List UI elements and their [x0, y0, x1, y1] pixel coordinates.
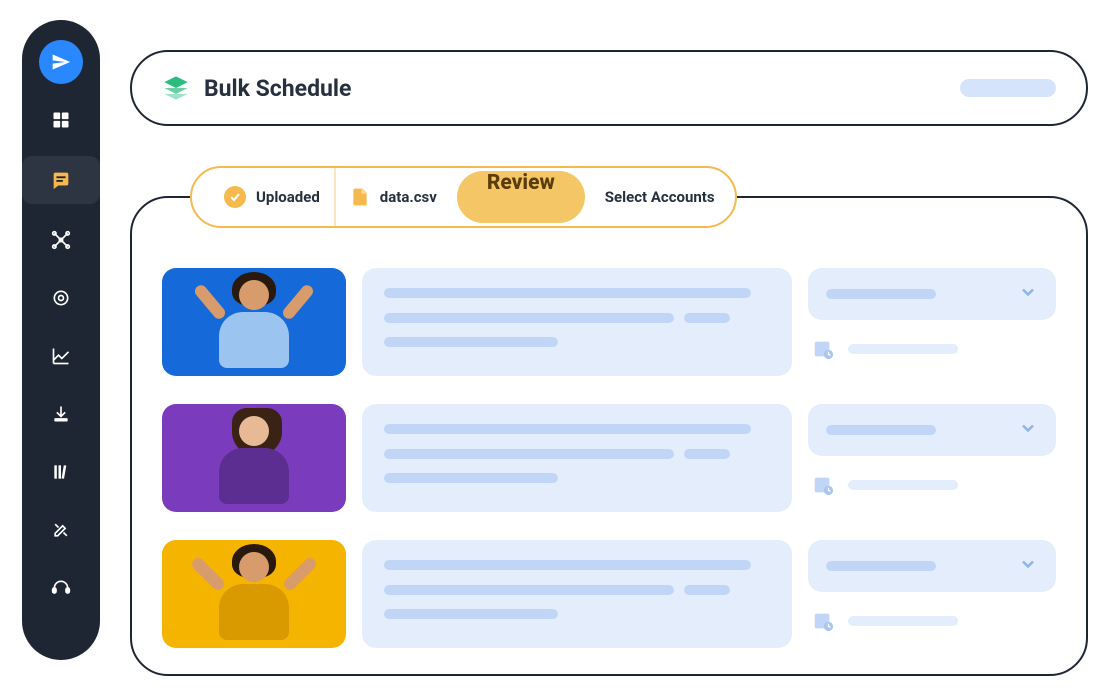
post-caption-placeholder[interactable]	[362, 268, 792, 376]
step-file-label: data.csv	[380, 188, 437, 206]
text-line	[384, 313, 674, 323]
chevron-down-icon	[1018, 418, 1038, 442]
post-thumbnail[interactable]	[162, 268, 346, 376]
dropdown-value-placeholder	[826, 425, 936, 435]
post-caption-placeholder[interactable]	[362, 404, 792, 512]
page-header: Bulk Schedule	[130, 50, 1088, 126]
account-dropdown[interactable]	[808, 268, 1056, 320]
schedule-indicator[interactable]	[808, 610, 1056, 632]
sidebar-item-tools[interactable]	[39, 508, 83, 552]
sidebar-item-download[interactable]	[39, 392, 83, 436]
post-row	[162, 540, 1056, 648]
text-line	[384, 337, 558, 347]
sidebar-item-analytics[interactable]	[39, 334, 83, 378]
text-line	[684, 585, 730, 595]
schedule-indicator[interactable]	[808, 474, 1056, 496]
text-line	[384, 424, 751, 434]
sidebar-item-network[interactable]	[39, 218, 83, 262]
text-line	[384, 473, 558, 483]
step-select-accounts-label: Select Accounts	[605, 188, 715, 206]
chevron-down-icon	[1018, 282, 1038, 306]
steps-bar: Uploaded data.csv Review Select Accounts	[190, 166, 737, 228]
schedule-value-placeholder	[848, 344, 958, 354]
schedule-indicator[interactable]	[808, 338, 1056, 360]
post-thumbnail[interactable]	[162, 404, 346, 512]
posts-icon	[50, 169, 72, 191]
sidebar-item-target[interactable]	[39, 276, 83, 320]
post-rows	[162, 268, 1056, 648]
grid-icon	[51, 110, 71, 130]
review-panel	[130, 196, 1088, 676]
sidebar-item-support[interactable]	[39, 566, 83, 610]
sidebar-item-grid[interactable]	[39, 98, 83, 142]
stack-icon	[162, 74, 190, 102]
step-uploaded[interactable]: Uploaded	[210, 168, 336, 226]
text-line	[384, 560, 751, 570]
post-side-controls	[808, 404, 1056, 496]
target-icon	[51, 288, 71, 308]
sidebar-item-posts[interactable]	[22, 156, 100, 204]
schedule-value-placeholder	[848, 480, 958, 490]
text-line	[384, 288, 751, 298]
post-caption-placeholder[interactable]	[362, 540, 792, 648]
header-action-placeholder[interactable]	[960, 79, 1056, 97]
analytics-icon	[51, 346, 71, 366]
person-illustration	[194, 272, 314, 372]
step-review-label: Review	[487, 171, 555, 195]
text-line	[384, 585, 674, 595]
post-thumbnail[interactable]	[162, 540, 346, 648]
dropdown-value-placeholder	[826, 289, 936, 299]
step-review[interactable]: Review	[457, 171, 585, 223]
schedule-value-placeholder	[848, 616, 958, 626]
support-icon	[51, 578, 71, 598]
step-file[interactable]: data.csv	[336, 168, 451, 226]
post-row	[162, 268, 1056, 376]
sidebar-item-library[interactable]	[39, 450, 83, 494]
library-icon	[51, 462, 71, 482]
person-illustration	[194, 408, 314, 508]
post-side-controls	[808, 268, 1056, 360]
send-icon	[51, 52, 71, 72]
account-dropdown[interactable]	[808, 540, 1056, 592]
tools-icon	[51, 520, 71, 540]
text-line	[684, 449, 730, 459]
text-line	[384, 449, 674, 459]
sidebar-item-send[interactable]	[39, 40, 83, 84]
page-title: Bulk Schedule	[204, 75, 351, 102]
dropdown-value-placeholder	[826, 561, 936, 571]
calendar-clock-icon	[812, 474, 834, 496]
check-icon	[224, 186, 246, 208]
network-icon	[51, 230, 71, 250]
account-dropdown[interactable]	[808, 404, 1056, 456]
step-uploaded-label: Uploaded	[256, 188, 320, 206]
download-icon	[51, 404, 71, 424]
sidebar	[22, 20, 100, 660]
chevron-down-icon	[1018, 554, 1038, 578]
file-icon	[350, 186, 370, 208]
person-illustration	[194, 544, 314, 644]
text-line	[684, 313, 730, 323]
post-side-controls	[808, 540, 1056, 632]
calendar-clock-icon	[812, 610, 834, 632]
step-select-accounts[interactable]: Select Accounts	[591, 168, 729, 226]
calendar-clock-icon	[812, 338, 834, 360]
post-row	[162, 404, 1056, 512]
text-line	[384, 609, 558, 619]
